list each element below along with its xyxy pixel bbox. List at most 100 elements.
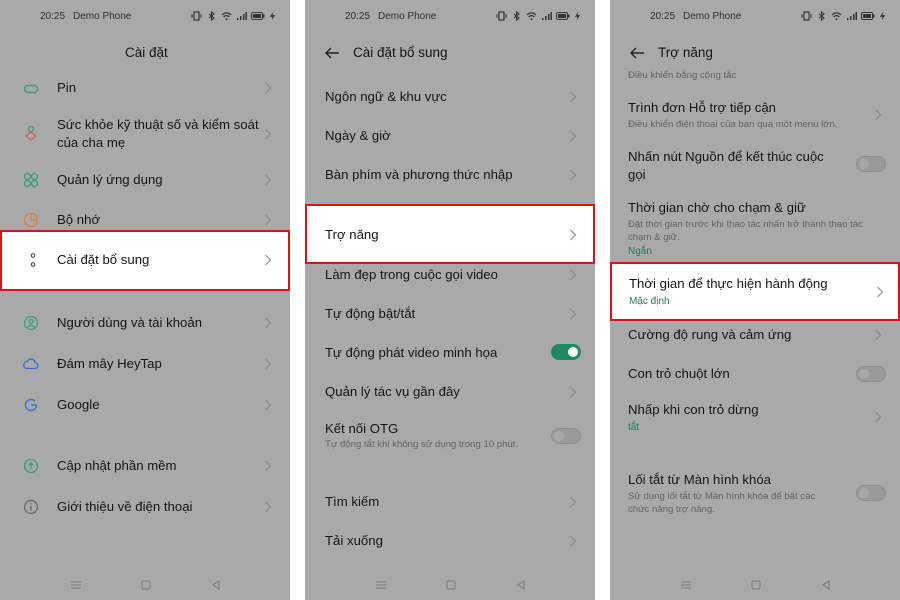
- settings-item-keyboard[interactable]: Bàn phím và phương thức nhập: [305, 165, 595, 185]
- battery-icon: [23, 81, 39, 97]
- settings-item-google[interactable]: Google: [0, 395, 290, 415]
- settings-item-otg[interactable]: Kết nối OTG Tự động tắt khi không sử dụn…: [305, 419, 595, 455]
- charging-icon: [574, 11, 581, 21]
- settings-item-date-time[interactable]: Ngày & giờ: [305, 126, 595, 146]
- back-nav-icon[interactable]: [820, 578, 832, 590]
- charging-icon: [879, 11, 886, 21]
- settings-item-language[interactable]: Ngôn ngữ & khu vực: [305, 87, 595, 107]
- settings-item-label: Tự động bật/tắt: [325, 306, 416, 321]
- back-nav-icon[interactable]: [515, 578, 527, 590]
- status-bar: 20:25 Demo Phone: [610, 11, 900, 27]
- more-settings-screen: 20:25 Demo Phone Cài đặt bổ sung Ngôn ng…: [305, 0, 595, 600]
- status-time: 20:25: [40, 11, 66, 22]
- chevron-right-icon: [569, 386, 577, 398]
- settings-item-label: Làm đẹp trong cuộc gọi video: [325, 267, 499, 282]
- chevron-right-icon: [569, 269, 577, 281]
- settings-item-more-settings[interactable]: Cài đặt bổ sung: [0, 230, 290, 291]
- chevron-right-icon: [569, 535, 577, 547]
- back-nav-icon[interactable]: [210, 578, 222, 590]
- settings-item-digital-wellbeing[interactable]: Sức khỏe kỹ thuật số và kiểm soát của ch…: [0, 116, 290, 154]
- settings-item-accessibility[interactable]: Trợ năng: [305, 204, 595, 264]
- settings-item-about[interactable]: Giới thiệu về điện thoại: [0, 497, 290, 517]
- chevron-right-icon: [264, 82, 272, 94]
- home-nav-icon[interactable]: [445, 578, 457, 590]
- chevron-right-icon: [874, 109, 882, 121]
- section-divider: [610, 448, 900, 458]
- status-bar: 20:25 Demo Phone: [305, 11, 595, 27]
- settings-item-value: Mặc định: [629, 296, 670, 307]
- settings-item-apps[interactable]: Quản lý ứng dụng: [0, 170, 290, 190]
- settings-item-label: Cập nhật phần mềm: [57, 458, 177, 473]
- otg-toggle[interactable]: [551, 428, 581, 444]
- menu-nav-icon[interactable]: [70, 578, 82, 590]
- back-arrow-icon[interactable]: [323, 45, 341, 61]
- accessibility-screen: 20:25 Demo Phone Trợ năng Điều khiển bằn…: [610, 0, 900, 600]
- page-title: Cài đặt bổ sung: [353, 45, 448, 60]
- settings-item-power-ends-call[interactable]: Nhấn nút Nguồn để kết thúc cuộc gọi: [610, 148, 900, 186]
- toggle-knob: [859, 159, 869, 169]
- settings-item-accessibility-menu[interactable]: Trình đơn Hỗ trợ tiếp cận Điều khiển điệ…: [610, 99, 900, 135]
- chevron-right-icon: [264, 501, 272, 513]
- settings-item-label: Cài đặt bổ sung: [57, 252, 150, 267]
- settings-item-cloud[interactable]: Đám mây HeyTap: [0, 354, 290, 374]
- settings-item-label: Người dùng và tài khoản: [57, 315, 203, 330]
- settings-item-users[interactable]: Người dùng và tài khoản: [0, 313, 290, 333]
- settings-item-update[interactable]: Cập nhật phần mềm: [0, 456, 290, 476]
- settings-item-large-pointer[interactable]: Con trỏ chuột lớn: [610, 364, 900, 384]
- bluetooth-icon: [818, 11, 825, 21]
- chevron-right-icon: [569, 91, 577, 103]
- settings-item-label: Quản lý tác vụ gần đây: [325, 384, 460, 399]
- settings-item-storage[interactable]: Bộ nhớ: [0, 210, 290, 230]
- settings-item-vibration[interactable]: Cường độ rung và cảm ứng: [610, 325, 900, 345]
- status-time: 20:25: [650, 11, 676, 22]
- bluetooth-icon: [513, 11, 520, 21]
- settings-item-label: Nhấn nút Nguồn để kết thúc cuộc gọi: [628, 149, 824, 182]
- apps-icon: [23, 172, 39, 188]
- settings-item-autoplay-demo[interactable]: Tự động phát video minh họa: [305, 343, 595, 363]
- settings-item-label: Cường độ rung và cảm ứng: [628, 327, 792, 342]
- settings-item-video-beauty[interactable]: Làm đẹp trong cuộc gọi video: [305, 265, 595, 285]
- settings-item-label: Tìm kiếm: [325, 494, 380, 509]
- chevron-right-icon: [264, 460, 272, 472]
- settings-item-label: Google: [57, 397, 100, 412]
- wifi-icon: [526, 12, 537, 21]
- home-nav-icon[interactable]: [140, 578, 152, 590]
- settings-item-downloads[interactable]: Tải xuống: [305, 531, 595, 551]
- charging-icon: [269, 11, 276, 21]
- section-divider: [0, 430, 290, 440]
- settings-item-dwell-click[interactable]: Nhấp khi con trỏ dừng tắt: [610, 401, 900, 435]
- toggle-knob: [859, 369, 869, 379]
- settings-item-label: Quản lý ứng dụng: [57, 172, 163, 187]
- settings-item-label: Thời gian chờ cho chạm & giữ: [628, 200, 806, 215]
- settings-item-touch-hold-delay[interactable]: Thời gian chờ cho chạm & giữ Đặt thời gi…: [610, 199, 900, 259]
- lockscreen-shortcut-toggle[interactable]: [856, 485, 886, 501]
- settings-item-label: Nhấp khi con trỏ dừng: [628, 402, 759, 417]
- settings-item-search[interactable]: Tìm kiếm: [305, 492, 595, 512]
- large-pointer-toggle[interactable]: [856, 366, 886, 382]
- power-ends-call-toggle[interactable]: [856, 156, 886, 172]
- settings-item-auto-on-off[interactable]: Tự động bật/tắt: [305, 304, 595, 324]
- section-divider: [0, 294, 290, 304]
- page-title: Cài đặt: [125, 45, 168, 60]
- settings-item-label: Kết nối OTG: [325, 421, 399, 436]
- settings-item-value: Ngắn: [628, 246, 652, 257]
- battery-status-icon: [251, 12, 265, 20]
- settings-item-value: tắt: [628, 422, 640, 433]
- google-icon: [23, 397, 39, 413]
- settings-item-label: Lối tắt từ Màn hình khóa: [628, 472, 771, 487]
- settings-item-battery[interactable]: Pin: [0, 78, 290, 98]
- settings-item-recent-tasks[interactable]: Quản lý tác vụ gần đây: [305, 382, 595, 402]
- home-nav-icon[interactable]: [750, 578, 762, 590]
- settings-item-label: Trợ năng: [325, 227, 379, 242]
- vibrate-icon: [496, 11, 507, 21]
- autoplay-toggle[interactable]: [551, 344, 581, 360]
- menu-nav-icon[interactable]: [680, 578, 692, 590]
- back-arrow-icon[interactable]: [628, 45, 646, 61]
- settings-item-lockscreen-shortcut[interactable]: Lối tắt từ Màn hình khóa Sử dụng lối tắt…: [610, 471, 900, 517]
- signal-icon: [237, 12, 247, 20]
- menu-nav-icon[interactable]: [375, 578, 387, 590]
- vibrate-icon: [191, 11, 202, 21]
- settings-item-label: Bộ nhớ: [57, 212, 101, 227]
- settings-item-time-to-take-action[interactable]: Thời gian để thực hiện hành động Mặc địn…: [610, 262, 900, 321]
- toggle-knob: [568, 347, 578, 357]
